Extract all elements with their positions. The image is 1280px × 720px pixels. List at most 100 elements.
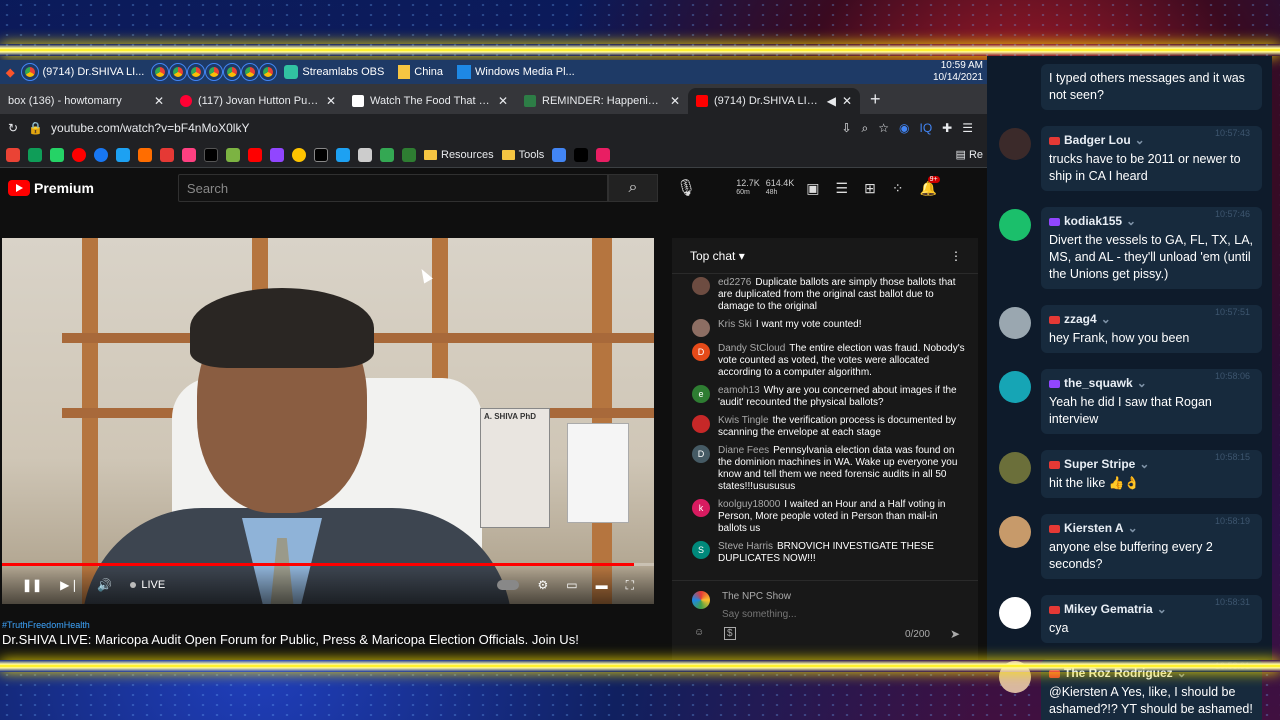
next-icon[interactable]: ▶❘ [60,578,79,592]
chat-message[interactable]: Kwis Tingle the verification process is d… [672,412,978,442]
superchat-icon[interactable]: $ [724,627,736,640]
mic-icon[interactable]: 🎙 [676,178,696,198]
close-icon[interactable]: ✕ [842,94,852,108]
omnibox[interactable]: 🔒 youtube.com/watch?v=bF4nMoX0lkY [28,116,832,140]
close-icon[interactable]: ✕ [670,94,680,108]
bookmark-icon[interactable] [94,147,108,162]
task-streamlabs[interactable]: Streamlabs OBS [278,61,390,83]
chat-avatar[interactable]: D [692,343,710,361]
bookmark-icon[interactable] [226,147,240,162]
bookmark-icon[interactable] [314,147,328,162]
chat-author[interactable]: Dandy StCloud [718,343,785,354]
bookmark-icon[interactable] [596,147,611,162]
bookmark-icon[interactable] [292,147,306,162]
tab-food[interactable]: Watch The Food That Bui ✕ [344,88,516,114]
mute-icon[interactable]: ◀ [827,94,836,108]
chat-author[interactable]: Steve Harris [718,541,773,552]
tab-gmail[interactable]: box (136) - howtomarry ✕ [0,88,172,114]
bookmark-icon[interactable] [28,147,42,162]
menu-icon[interactable]: ☰ [836,180,849,197]
twitter-icon[interactable] [336,147,350,162]
chat-author[interactable]: Kris Ski [718,319,752,330]
tiktok-icon[interactable] [204,147,218,162]
chat-author[interactable]: Diane Fees [718,445,769,456]
bookmark-icon[interactable] [116,147,130,162]
video-player[interactable]: A. SHIVA PhD ❚❚ ▶❘ 🔊 LIVE ⚙ ▭ ▬ ⛶ [2,238,654,604]
twitch-icon[interactable] [270,147,284,162]
bookmark-folder-tools[interactable]: Tools [502,149,545,161]
bookmark-folder-resources[interactable]: Resources [424,149,494,161]
send-icon[interactable]: ➤ [950,627,960,641]
new-tab-button[interactable]: + [860,89,891,114]
chrome-icon[interactable] [205,63,224,81]
bookmark-icon[interactable] [574,147,589,162]
bookmark-icon[interactable] [50,147,64,162]
reload-icon[interactable]: ↻ [8,121,18,135]
video-hashtag[interactable]: #TruthFreedomHealth [2,620,90,630]
clock[interactable]: 10:59 AM 10/14/2021 [933,60,987,84]
chat-author[interactable]: eamoh13 [718,385,760,396]
chat-message[interactable]: e eamoh13 Why are you concerned about imag… [672,382,978,412]
search-input[interactable]: Search [177,174,608,202]
bell-icon[interactable]: 🔔 9+ [920,175,940,197]
miniplayer-icon[interactable]: ▭ [566,578,577,592]
pause-icon[interactable]: ❚❚ [22,578,42,592]
puzzle-icon[interactable]: ✚ [942,121,952,135]
extension-icon[interactable]: IQ [920,121,933,135]
emoji-icon[interactable]: ☺ [694,627,704,638]
playlist-icon[interactable]: ☰ [962,121,987,135]
apps-icon[interactable]: ⁘ [892,180,904,197]
extension-icon[interactable]: ▣ [806,180,819,197]
chrome-icon[interactable] [151,63,170,81]
tab-reminder[interactable]: REMINDER: Happening N ✕ [516,88,688,114]
install-icon[interactable]: ⇩ [841,121,851,135]
settings-icon[interactable]: ⚙ [537,578,548,592]
chat-message[interactable]: Kris Ski I want my vote counted! [672,316,978,340]
tab-pulitzer[interactable]: (117) Jovan Hutton Pulitz ✕ [172,88,344,114]
bookmark-icon[interactable] [358,147,372,162]
star-icon[interactable]: ☆ [878,121,889,135]
zoom-icon[interactable]: ⌕ [862,121,869,136]
bookmark-icon[interactable] [552,147,567,162]
chat-avatar[interactable]: e [692,385,710,403]
bookmark-icon[interactable] [138,147,152,162]
bookmark-icon[interactable] [72,147,86,162]
volume-icon[interactable]: 🔊 [97,578,112,592]
search-button[interactable]: ⌕ [607,174,658,202]
task-media-player[interactable]: Windows Media Pl... [451,61,581,83]
chat-input[interactable]: Say something... [722,609,796,620]
youtube-icon[interactable] [248,147,262,162]
task-china[interactable]: China [392,61,449,83]
chat-message[interactable]: D Diane Fees Pennsylvania election data wa… [672,442,978,496]
close-icon[interactable]: ✕ [498,94,508,108]
chat-author[interactable]: koolguy18000 [718,499,780,510]
chrome-icon[interactable] [241,63,260,81]
chat-message[interactable]: k koolguy18000 I waited an Hour and a Half… [672,496,978,538]
chat-message[interactable]: D Dandy StCloud The entire election was fr… [672,340,978,382]
chat-message[interactable]: ed2276 Duplicate ballots are simply those… [672,274,978,316]
chat-avatar[interactable] [692,415,710,433]
bookmark-icon[interactable] [182,147,196,162]
chat-author[interactable]: ed2276 [718,277,751,288]
gmail-icon[interactable] [6,147,20,162]
theater-icon[interactable]: ▬ [596,578,608,592]
chrome-icon[interactable] [259,63,278,81]
chrome-icon[interactable] [169,63,188,81]
chat-author[interactable]: Kwis Tingle [718,415,769,426]
top-chat-selector[interactable]: Top chat ▾ [690,249,745,263]
extension-icon[interactable]: ◉ [899,121,909,135]
reading-list[interactable]: ▤ Re [955,148,987,161]
tab-youtube-active[interactable]: (9714) Dr.SHIVA LIVE ◀ ✕ [688,88,860,114]
chat-message[interactable]: S Steve Harris BRNOVICH INVESTIGATE THESE … [672,538,978,568]
chat-avatar[interactable]: D [692,445,710,463]
chat-avatar[interactable] [692,277,710,295]
more-icon[interactable]: ⋮ [950,249,962,263]
chat-avatar[interactable]: k [692,499,710,517]
brave-icon[interactable]: ◆ [6,66,14,79]
task-youtube[interactable]: (9714) Dr.SHIVA LI... [16,61,150,83]
bookmark-icon[interactable] [380,147,394,162]
chrome-icon[interactable] [223,63,242,81]
youtube-logo[interactable]: Premium [8,180,94,196]
close-icon[interactable]: ✕ [154,94,164,108]
chat-avatar[interactable]: S [692,541,710,559]
